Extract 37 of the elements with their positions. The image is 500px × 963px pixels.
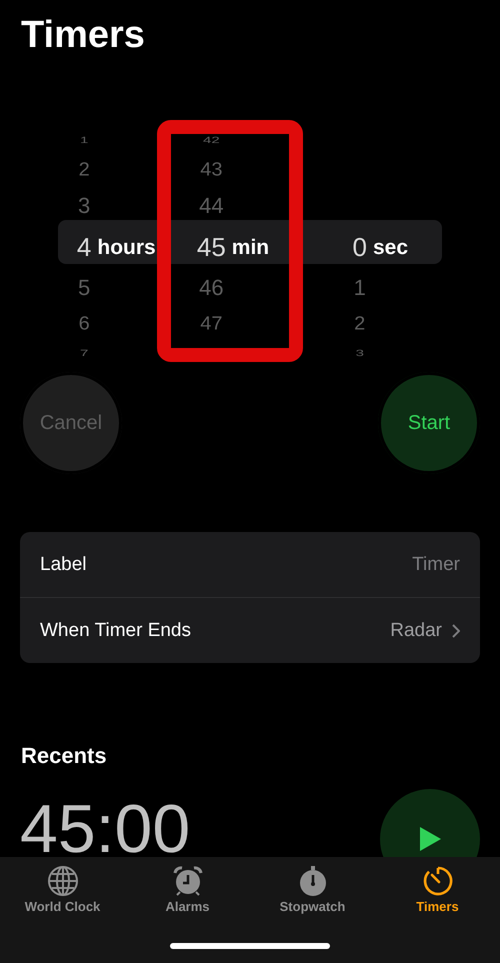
chevron-icon (452, 624, 460, 638)
section-heading: Recents (21, 742, 108, 770)
unit-label: sec (372, 236, 408, 260)
setting-label: When Timer Ends (40, 620, 191, 642)
setting-value[interactable]: Timer (412, 554, 460, 576)
picker-number[interactable]: 42 (202, 133, 220, 148)
alarm-clock-icon (172, 865, 204, 897)
timer-icon (422, 865, 454, 897)
setting-value[interactable]: Radar (390, 620, 460, 642)
play-icon (418, 826, 442, 852)
setting-label: Label (40, 554, 86, 576)
tab[interactable]: World Clock (0, 857, 125, 915)
picker-number[interactable]: 6 (78, 308, 90, 340)
tab[interactable]: Stopwatch (250, 857, 375, 915)
picker-number[interactable]: 43 (200, 154, 222, 186)
picker-number[interactable]: 2 (78, 154, 90, 186)
tab[interactable]: Timers (375, 857, 500, 915)
picker-number[interactable]: 1 (354, 269, 366, 307)
picker-number[interactable]: 4 (76, 225, 92, 269)
unit-label: min (232, 236, 270, 260)
picker-number[interactable]: 3 (356, 346, 364, 361)
page-title: Timers (21, 13, 146, 58)
picker-number[interactable]: 46 (199, 269, 224, 307)
picker-number[interactable]: 45 (196, 225, 226, 269)
start-button[interactable]: Start (378, 372, 480, 474)
picker-number[interactable]: 7 (80, 346, 88, 361)
picker-number[interactable]: 0 (352, 225, 367, 269)
picker-number[interactable]: 47 (200, 308, 222, 340)
picker-number[interactable]: 5 (78, 269, 90, 307)
recent-time: 45:00 (20, 801, 190, 857)
tab[interactable]: Alarms (125, 857, 250, 915)
picker-number[interactable]: 3 (78, 187, 90, 225)
picker-number[interactable]: 1 (80, 133, 88, 148)
picker-number[interactable]: 2 (354, 308, 366, 340)
picker-number[interactable]: 44 (199, 187, 224, 225)
globe-icon (46, 865, 78, 897)
unit-label: hours (97, 236, 156, 260)
